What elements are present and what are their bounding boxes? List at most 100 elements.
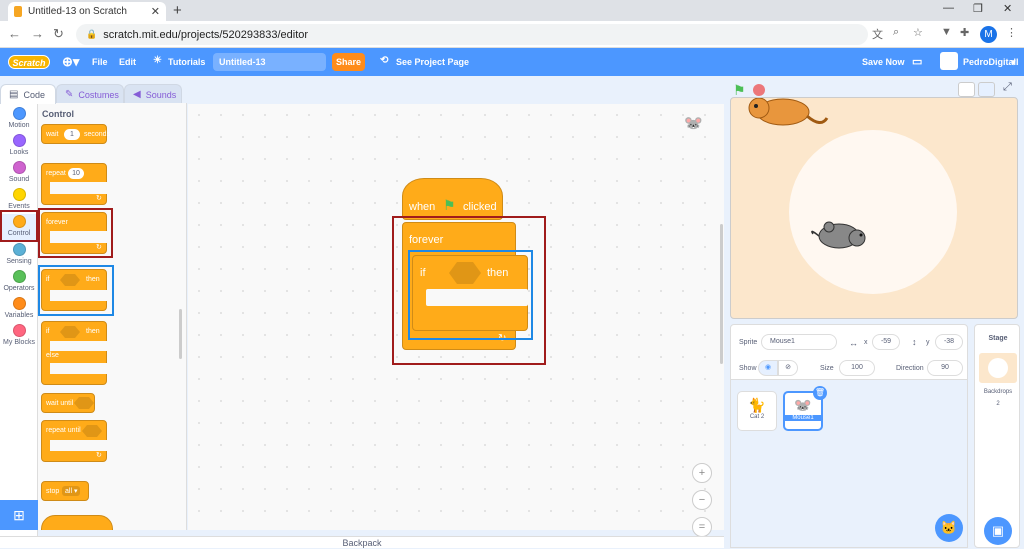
stage-canvas[interactable]: [730, 97, 1018, 319]
close-tab-icon[interactable]: ✕: [151, 5, 160, 18]
condition-slot[interactable]: [60, 326, 80, 338]
delete-sprite-trash-icon[interactable]: 🗑: [813, 386, 827, 400]
my-stuff-folder-icon[interactable]: ▭: [912, 55, 922, 68]
show-visible-eye-icon[interactable]: ◉: [758, 360, 778, 376]
loop-arrow-icon: ↻: [96, 452, 102, 459]
scratch-logo[interactable]: Scratch: [8, 55, 50, 69]
stop-option-dropdown[interactable]: all ▾: [62, 486, 81, 496]
extension-v-icon[interactable]: ▼: [941, 26, 952, 38]
when-flag-clicked-block[interactable]: when ⚑ clicked: [402, 178, 503, 220]
block-wait-until[interactable]: wait until: [41, 393, 95, 413]
block-if-then-else[interactable]: if then else: [41, 321, 108, 385]
choose-sprite-button[interactable]: 🐱: [935, 514, 963, 542]
restore-icon[interactable]: ❐: [973, 2, 983, 15]
lock-icon[interactable]: 🔒: [86, 29, 97, 40]
category-variables[interactable]: Variables: [0, 297, 38, 319]
zoom-out-button[interactable]: −: [692, 490, 712, 510]
mouse-sprite[interactable]: [809, 218, 873, 254]
operators-dot-icon: [12, 270, 26, 283]
profile-avatar[interactable]: M: [980, 26, 997, 43]
category-events[interactable]: Events: [0, 188, 38, 210]
back-icon[interactable]: ←: [8, 26, 21, 41]
direction-label: Direction: [896, 365, 924, 372]
hide-eye-icon[interactable]: ⊘: [778, 360, 798, 376]
block-label: then: [86, 328, 100, 335]
y-input[interactable]: -38: [935, 334, 963, 350]
menu-file[interactable]: File: [92, 57, 108, 67]
size-input[interactable]: 100: [839, 360, 875, 376]
category-operators[interactable]: Operators: [0, 270, 38, 292]
see-project-page-icon: ⟲: [380, 55, 389, 66]
script-scrollbar[interactable]: [720, 224, 723, 364]
x-input[interactable]: -59: [872, 334, 900, 350]
tab-sounds[interactable]: ◀ Sounds: [124, 84, 182, 104]
block-when-start-as-clone[interactable]: [41, 515, 113, 530]
sprite-name-input[interactable]: Mouse1: [761, 334, 837, 350]
category-looks[interactable]: Looks: [0, 134, 38, 156]
block-wait[interactable]: wait 1 seconds: [41, 124, 110, 144]
block-repeat-until[interactable]: repeat until ↻: [41, 420, 108, 462]
minimize-icon[interactable]: —: [943, 2, 954, 14]
reload-icon[interactable]: ↻: [53, 26, 64, 42]
forward-icon[interactable]: →: [31, 26, 44, 41]
share-button[interactable]: Share: [332, 53, 365, 71]
add-extension-button[interactable]: ⊞: [0, 500, 38, 530]
block-label: repeat until: [46, 427, 81, 434]
stage-selector[interactable]: Stage Backdrops 2 ▣: [974, 324, 1020, 548]
tab-costumes[interactable]: ✎ Costumes: [56, 84, 124, 104]
cat-sprite[interactable]: [741, 97, 831, 136]
zoom-reset-button[interactable]: =: [692, 517, 712, 537]
category-sound[interactable]: Sound: [0, 161, 38, 183]
cat-thumbnail-icon: 🐈: [748, 397, 766, 413]
condition-slot[interactable]: [82, 425, 102, 437]
palette-scrollbar[interactable]: [179, 309, 182, 359]
backdrops-label: Backdrops: [983, 389, 1013, 395]
menu-edit[interactable]: Edit: [119, 57, 136, 67]
new-tab-icon[interactable]: +: [173, 2, 182, 19]
zoom-in-button[interactable]: +: [692, 463, 712, 483]
large-stage-icon[interactable]: [978, 82, 995, 97]
small-stage-icon[interactable]: [958, 82, 975, 97]
repeat-count-input[interactable]: 10: [68, 168, 84, 179]
close-window-icon[interactable]: ✕: [1003, 2, 1012, 15]
plate-backdrop: [789, 130, 957, 294]
sprite-tile-cat[interactable]: 🐈 Cat 2: [737, 391, 777, 431]
address-bar[interactable]: 🔒 scratch.mit.edu/projects/520293833/edi…: [76, 24, 868, 45]
condition-slot[interactable]: [74, 397, 94, 409]
project-title-input[interactable]: Untitled-13: [213, 53, 326, 71]
see-project-page-button[interactable]: See Project Page: [396, 57, 469, 67]
speaker-icon: ◀: [133, 89, 141, 100]
green-flag-icon: ⚑: [443, 197, 456, 213]
category-label: Variables: [4, 312, 34, 319]
fullscreen-icon[interactable]: ⤢: [1003, 81, 1012, 94]
size-label: Size: [820, 365, 834, 372]
category-motion[interactable]: Motion: [0, 107, 38, 129]
browser-tab[interactable]: Untitled-13 on Scratch ✕: [8, 2, 166, 21]
bookmark-star-icon[interactable]: ☆: [913, 26, 923, 39]
user-avatar[interactable]: [940, 52, 958, 70]
category-sensing[interactable]: Sensing: [0, 243, 38, 265]
category-label: Sound: [8, 176, 30, 183]
show-label: Show: [739, 365, 757, 372]
block-stop[interactable]: stop all ▾: [41, 481, 89, 501]
stop-button[interactable]: [753, 84, 765, 96]
category-my-blocks[interactable]: My Blocks: [0, 324, 38, 346]
zoom-search-icon[interactable]: ⌕: [893, 26, 899, 39]
translate-icon[interactable]: 文: [872, 26, 883, 42]
tab-code[interactable]: ▤ Code: [0, 84, 56, 104]
language-globe-icon[interactable]: ⊕▾: [62, 54, 79, 70]
block-label: clicked: [463, 201, 497, 213]
choose-backdrop-button[interactable]: ▣: [984, 517, 1012, 545]
extensions-puzzle-icon[interactable]: ✚: [960, 26, 969, 39]
direction-input[interactable]: 90: [927, 360, 963, 376]
account-chevron-down-icon[interactable]: ▾: [1011, 57, 1016, 68]
wait-seconds-input[interactable]: 1: [64, 129, 80, 140]
backpack[interactable]: Backpack: [0, 536, 724, 548]
menu-tutorials[interactable]: Tutorials: [168, 57, 205, 67]
block-palette[interactable]: Control wait 1 seconds repeat 10 ↻ forev…: [38, 103, 187, 530]
sprite-watermark-mouse-icon: 🐭: [684, 115, 703, 132]
save-now-button[interactable]: Save Now: [862, 57, 905, 67]
block-repeat[interactable]: repeat 10 ↻: [41, 163, 108, 205]
scratch-favicon-icon: [14, 6, 22, 17]
browser-menu-icon[interactable]: ⋮: [1006, 26, 1017, 39]
